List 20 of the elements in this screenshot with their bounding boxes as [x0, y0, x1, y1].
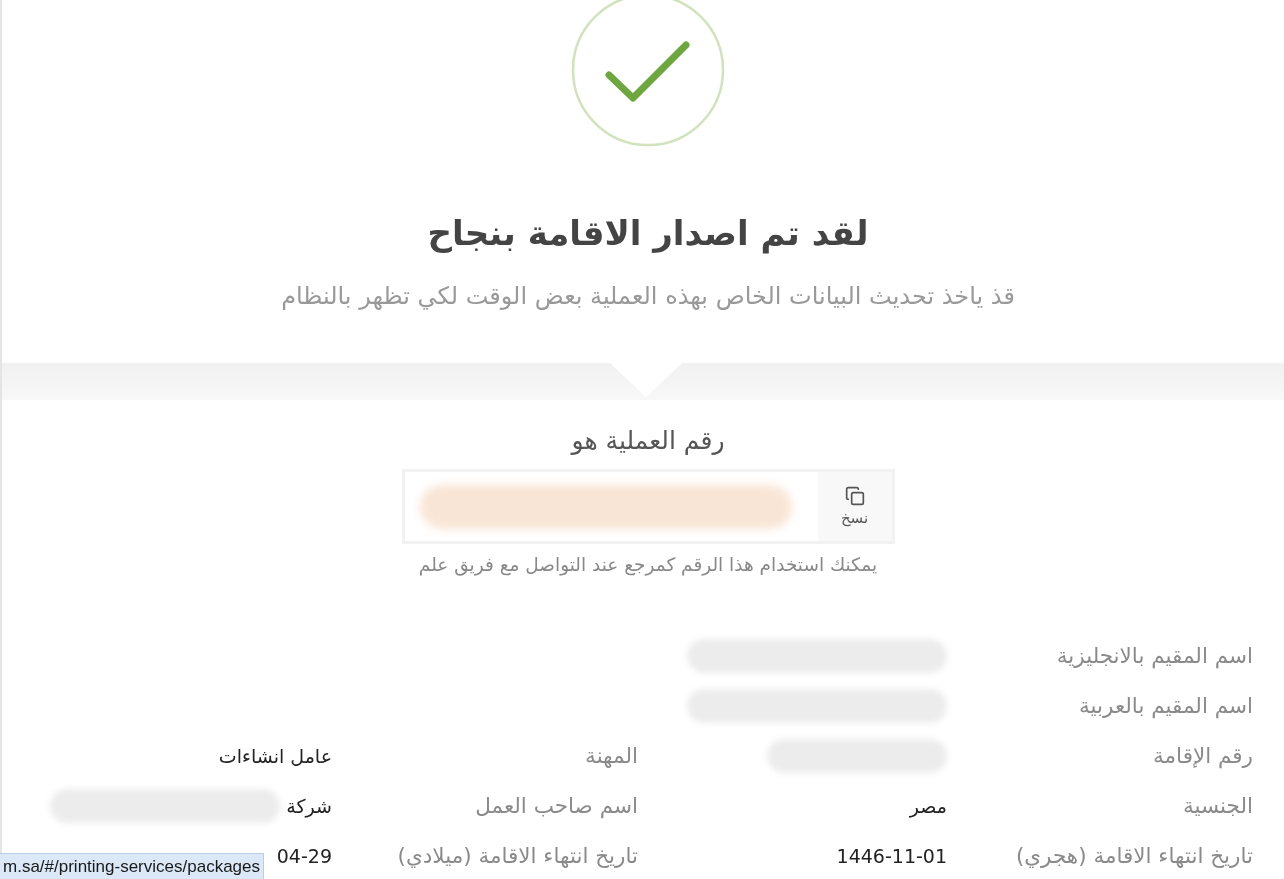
success-title: لقد تم اصدار الاقامة بنجاح	[427, 212, 869, 256]
field-value: عامل انشاءات	[218, 744, 332, 769]
copy-icon	[844, 485, 865, 506]
field-label: الجنسية	[1182, 792, 1253, 820]
link-status-bar: m.sa/#/printing-services/packages	[0, 853, 264, 879]
field-value: 1446-11-01	[836, 844, 947, 869]
field-label: اسم المقيم بالعربية	[1079, 692, 1253, 721]
field-label: رقم الإقامة	[1153, 742, 1253, 771]
field-value: مصر	[909, 794, 947, 820]
field-label: اسم صاحب العمل	[475, 792, 638, 821]
operation-number-label: رقم العملية هو	[571, 425, 725, 457]
copy-button[interactable]: نسخ	[817, 472, 892, 541]
reference-hint: يمكنك استخدام هذا الرقم كمرجع عند التواصل مع فريق علم	[418, 553, 878, 578]
field-label: تاريخ انتهاء الاقامة (هجري)	[1015, 842, 1253, 870]
field-label: تاريخ انتهاء الاقامة (ميلادي)	[397, 842, 638, 870]
field-value: شركة	[286, 794, 332, 820]
success-subtitle: قذ ياخذ تحديث البيانات الخاص بهذه العملية بعض الوقت لكي تظهر بالنظام	[281, 281, 1015, 312]
field-value: 04-29	[276, 844, 332, 869]
field-label: اسم المقيم بالانجليزية	[1056, 642, 1253, 671]
field-label: المهنة	[585, 742, 638, 770]
